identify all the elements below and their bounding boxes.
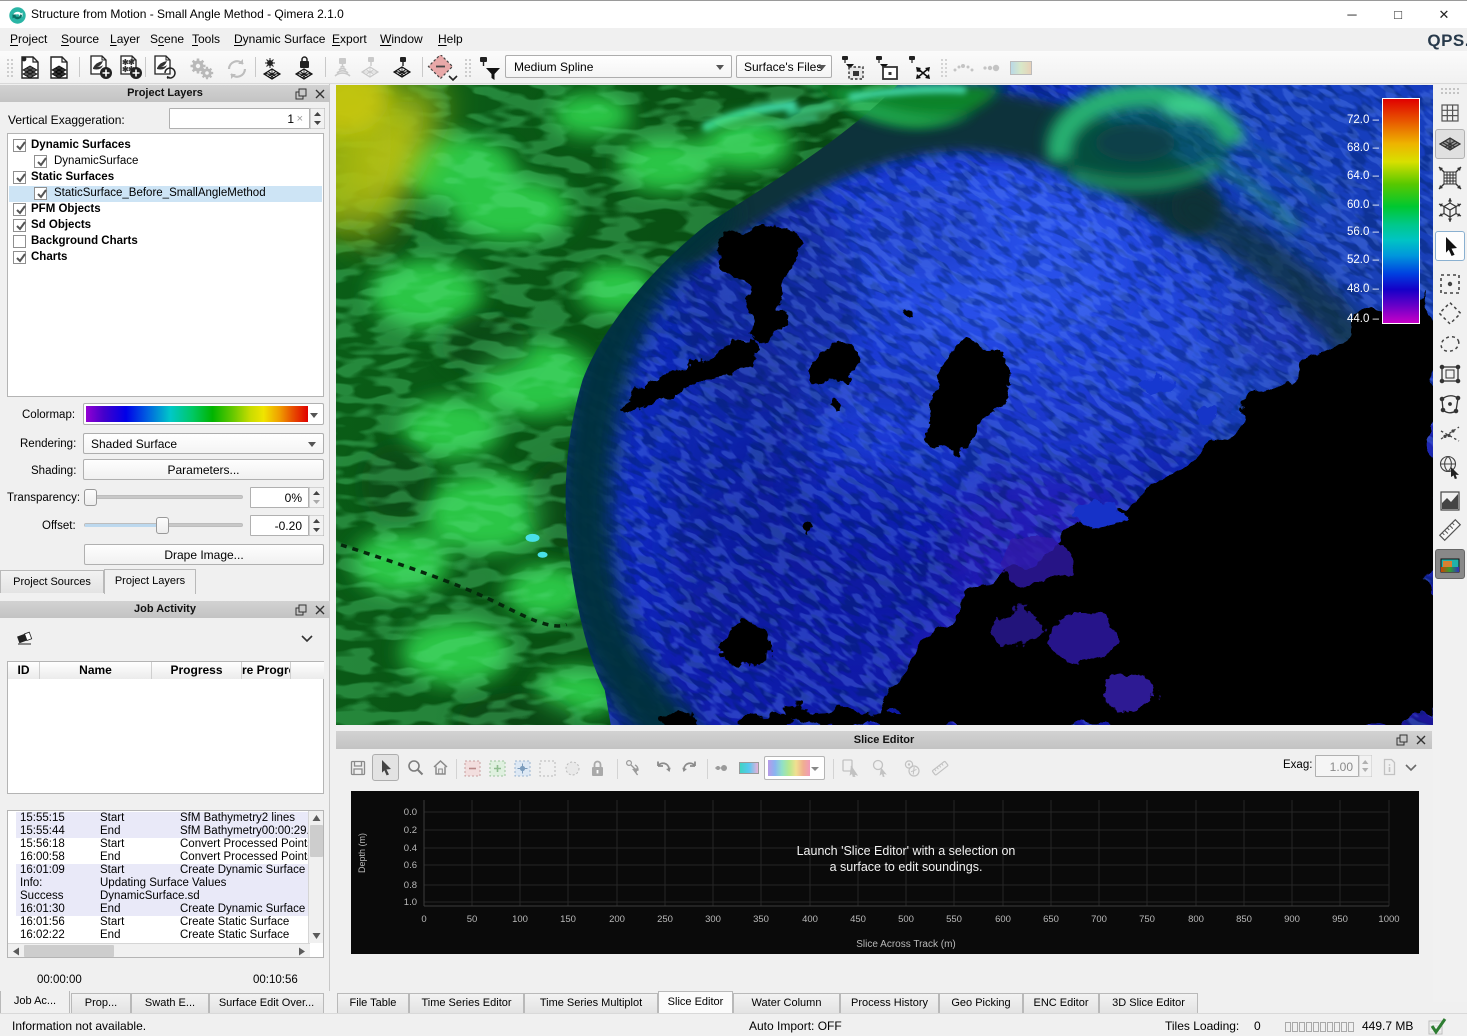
- svg-text:650: 650: [1043, 914, 1059, 925]
- svg-text:400: 400: [802, 914, 818, 925]
- svg-text:0.0: 0.0: [404, 807, 417, 818]
- svg-text:100: 100: [512, 914, 528, 925]
- svg-text:0.8: 0.8: [404, 880, 417, 891]
- svg-text:900: 900: [1284, 914, 1300, 925]
- svg-text:350: 350: [753, 914, 769, 925]
- svg-text:a surface to edit soundings.: a surface to edit soundings.: [830, 860, 983, 874]
- svg-text:0: 0: [421, 914, 426, 925]
- svg-text:850: 850: [1236, 914, 1252, 925]
- svg-text:500: 500: [898, 914, 914, 925]
- svg-text:950: 950: [1332, 914, 1348, 925]
- svg-text:Slice Across Track (m): Slice Across Track (m): [856, 939, 955, 950]
- svg-text:150: 150: [560, 914, 576, 925]
- svg-text:550: 550: [946, 914, 962, 925]
- svg-text:250: 250: [657, 914, 673, 925]
- svg-text:Depth (m): Depth (m): [357, 833, 367, 873]
- svg-text:0.6: 0.6: [404, 860, 417, 871]
- svg-text:1000: 1000: [1378, 914, 1399, 925]
- svg-text:200: 200: [609, 914, 625, 925]
- svg-text:450: 450: [850, 914, 866, 925]
- svg-text:700: 700: [1091, 914, 1107, 925]
- svg-text:600: 600: [995, 914, 1011, 925]
- svg-text:750: 750: [1139, 914, 1155, 925]
- svg-text:Launch 'Slice Editor' with a s: Launch 'Slice Editor' with a selection o…: [797, 844, 1016, 858]
- svg-text:300: 300: [705, 914, 721, 925]
- svg-text:0.4: 0.4: [404, 843, 417, 854]
- svg-text:1.0: 1.0: [404, 897, 417, 908]
- svg-text:800: 800: [1188, 914, 1204, 925]
- svg-text:50: 50: [467, 914, 478, 925]
- svg-text:0.2: 0.2: [404, 825, 417, 836]
